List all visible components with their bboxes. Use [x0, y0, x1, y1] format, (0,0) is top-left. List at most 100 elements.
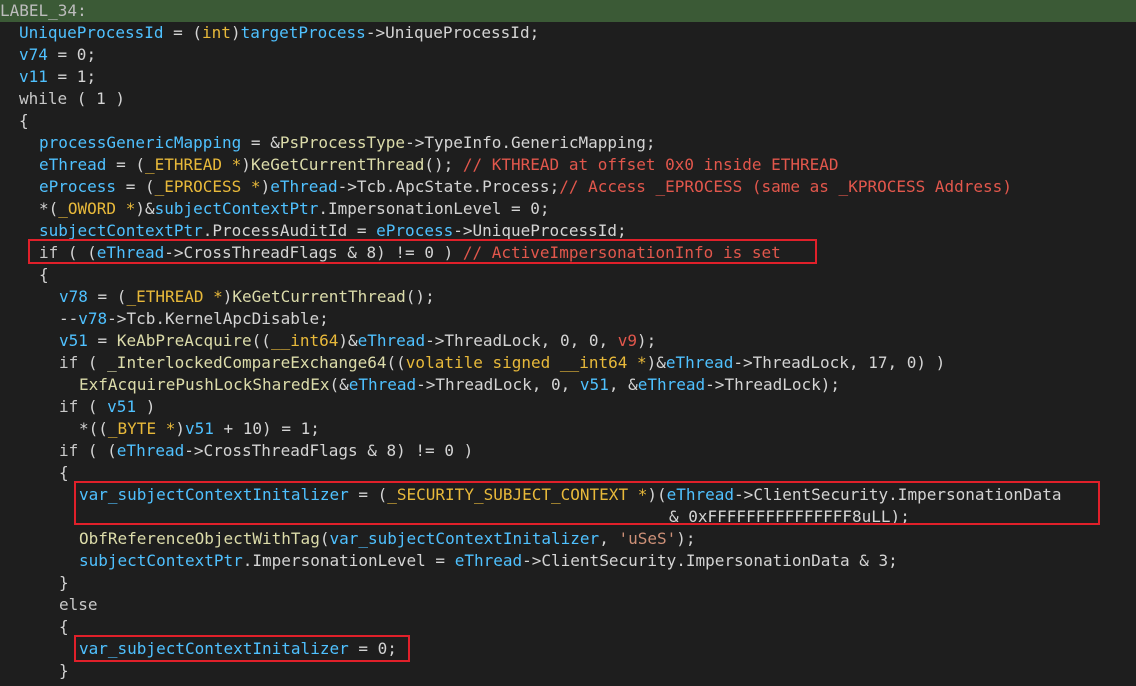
code-token: ->Tcb.ApcState.Process; — [337, 177, 560, 196]
code-token: if — [59, 441, 79, 460]
code-line[interactable]: { — [0, 264, 1136, 286]
code-line[interactable]: v11 = 1; — [0, 66, 1136, 88]
code-token: )& — [646, 353, 666, 372]
code-token: UniqueProcessId — [19, 23, 164, 42]
code-token: ->TypeInfo.GenericMapping; — [405, 133, 656, 152]
code-token: PsProcessType — [279, 133, 406, 152]
code-token: v78 — [59, 287, 88, 306]
code-token: v51 — [107, 397, 137, 416]
code-line[interactable]: while ( 1 ) — [0, 88, 1136, 110]
code-line[interactable]: v51 = KeAbPreAcquire((__int64)&eThread->… — [0, 330, 1136, 352]
code-token: subjectContextPtr — [154, 199, 319, 218]
code-line[interactable]: *(_OWORD *)&subjectContextPtr.Impersonat… — [0, 198, 1136, 220]
code-line[interactable]: if ( (eThread->CrossThreadFlags & 8) != … — [0, 440, 1136, 462]
code-token: LABEL_34: — [0, 1, 87, 20]
code-token: subjectContextPtr — [79, 551, 243, 570]
code-token: ) — [222, 287, 233, 306]
code-line[interactable]: *((_BYTE *)v51 + 10) = 1; — [0, 418, 1136, 440]
code-token: // KTHREAD at offset 0x0 inside ETHREAD — [462, 155, 839, 174]
code-line[interactable]: eThread = (_ETHREAD *)KeGetCurrentThread… — [0, 154, 1136, 176]
code-token: .ProcessAuditId = — [202, 221, 377, 240]
code-token: eProcess — [376, 221, 454, 240]
code-token: subjectContextPtr — [39, 221, 203, 240]
code-token: _BYTE * — [107, 419, 176, 438]
code-token: ) — [230, 23, 241, 42]
code-line[interactable]: if ( _InterlockedCompareExchange64((vola… — [0, 352, 1136, 374]
code-token: _OWORD * — [58, 199, 136, 218]
code-token: (); — [405, 287, 435, 306]
code-token: KeGetCurrentThread — [250, 155, 425, 174]
code-token: var_subjectContextInitalizer — [329, 529, 600, 548]
code-token: v11 — [19, 67, 48, 86]
code-line[interactable]: ObfReferenceObjectWithTag(var_subjectCon… — [0, 528, 1136, 550]
code-token: ( — [78, 397, 108, 416]
code-line[interactable]: eProcess = (_EPROCESS *)eThread->Tcb.Apc… — [0, 176, 1136, 198]
code-token: .ImpersonationLevel = 0; — [318, 199, 550, 218]
code-token: eThread — [270, 177, 338, 196]
code-token: (); — [424, 155, 463, 174]
code-token: int — [202, 23, 231, 42]
code-token: = 1; — [47, 67, 97, 86]
code-token: ( 1 ) — [67, 89, 125, 108]
code-token: v51 — [59, 331, 88, 350]
code-token: = — [87, 331, 117, 350]
code-token: = ( — [116, 177, 155, 196]
code-view[interactable]: } var_subjectContextInitalizer = 0; { else}… — [0, 0, 1136, 686]
code-token: _EPROCESS * — [154, 177, 261, 196]
code-token: } — [59, 573, 69, 592]
code-token: // Access _EPROCESS (same as _KPROCESS A… — [559, 177, 1012, 196]
code-token: __int64 — [270, 331, 339, 350]
code-line[interactable]: } — [0, 660, 1136, 682]
code-token: = ( — [106, 155, 145, 174]
code-token: _InterlockedCompareExchange64 — [107, 353, 387, 372]
code-line[interactable]: } — [0, 572, 1136, 594]
code-token: v9 — [617, 331, 637, 350]
code-line[interactable]: else — [0, 594, 1136, 616]
code-token: { — [19, 111, 29, 130]
code-token: else — [59, 595, 98, 614]
code-line[interactable]: ExfAcquirePushLockSharedEx(&eThread->Thr… — [0, 374, 1136, 396]
code-token: ); — [637, 331, 657, 350]
code-token: *( — [39, 199, 59, 218]
code-token: eThread — [665, 353, 734, 372]
code-token: { — [59, 617, 69, 636]
code-token: , — [599, 529, 619, 548]
code-token: ); — [676, 529, 696, 548]
code-token: volatile signed __int64 * — [405, 353, 647, 372]
code-token: eProcess — [39, 177, 117, 196]
code-line[interactable]: v74 = 0; — [0, 44, 1136, 66]
code-line[interactable]: processGenericMapping = &PsProcessType->… — [0, 132, 1136, 154]
code-line[interactable]: v78 = (_ETHREAD *)KeGetCurrentThread(); — [0, 286, 1136, 308]
code-token: + 10) = 1; — [213, 419, 320, 438]
code-token: eThread — [348, 375, 417, 394]
code-token: if — [59, 397, 79, 416]
code-token: v78 — [78, 309, 108, 328]
highlight-box-impersonation-check — [28, 239, 817, 264]
code-line[interactable]: subjectContextPtr.ImpersonationLevel = e… — [0, 550, 1136, 572]
code-line[interactable]: { — [0, 110, 1136, 132]
code-token: ( — [78, 353, 108, 372]
code-token: ) — [241, 155, 251, 174]
code-token: eThread — [637, 375, 706, 394]
code-token: ->ThreadLock); — [705, 375, 841, 394]
highlight-box-null-initializer — [74, 635, 410, 662]
code-token: )& — [338, 331, 358, 350]
code-token: ->ThreadLock, 0, — [416, 375, 580, 394]
code-token: = ( — [163, 23, 203, 42]
code-line[interactable]: LABEL_34: — [0, 0, 1136, 22]
code-token: eThread — [454, 551, 523, 570]
code-token: { — [59, 463, 69, 482]
code-token: ->Tcb.KernelApcDisable; — [107, 309, 329, 328]
code-token: processGenericMapping — [39, 133, 242, 152]
code-token: _ETHREAD * — [126, 287, 223, 306]
code-token: ( ( — [78, 441, 117, 460]
code-token: v51 — [184, 419, 214, 438]
code-token: = 0; — [47, 45, 97, 64]
code-line[interactable]: UniqueProcessId = (int)targetProcess->Un… — [0, 22, 1136, 44]
code-line[interactable]: if ( v51 ) — [0, 396, 1136, 418]
code-line[interactable]: --v78->Tcb.KernelApcDisable; — [0, 308, 1136, 330]
code-token: v51 — [579, 375, 609, 394]
code-token: eThread — [357, 331, 426, 350]
code-token: (& — [329, 375, 349, 394]
code-token: targetProcess — [240, 23, 366, 42]
